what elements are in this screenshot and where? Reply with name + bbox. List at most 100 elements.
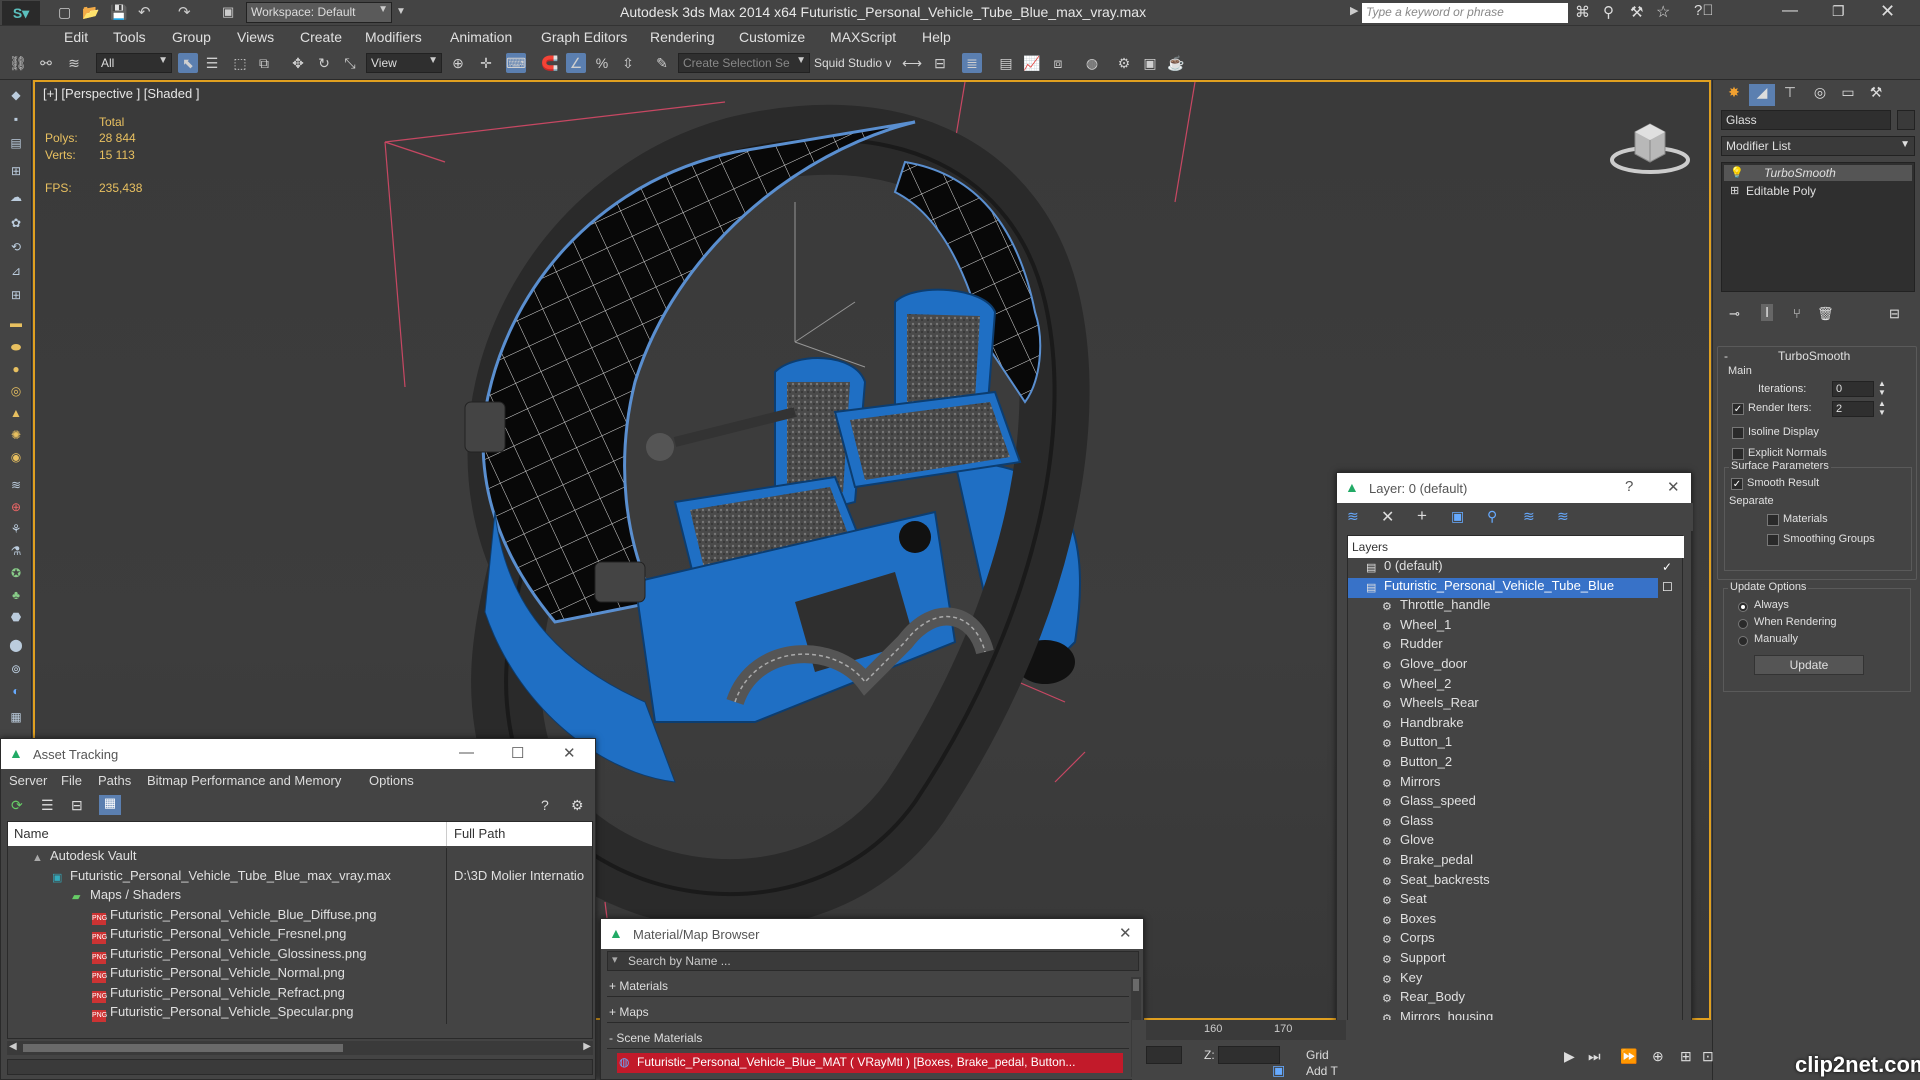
tool-icon[interactable]: ◐ <box>7 684 25 700</box>
material-editor-icon[interactable]: ◍ <box>1082 53 1102 73</box>
tool-icon[interactable]: ♣ <box>7 588 25 604</box>
z-coord-field[interactable] <box>1218 1046 1280 1064</box>
layer-object-row[interactable]: ⚙ Wheel_2 <box>1348 676 1658 696</box>
spinner-arrows-icon[interactable]: ▲ ▼ <box>1878 399 1886 417</box>
hide-all-icon[interactable]: ≋ <box>1523 508 1535 525</box>
manually-radio[interactable] <box>1738 636 1748 646</box>
chevron-down-icon[interactable]: ▼ <box>396 6 406 17</box>
select-manipulate-icon[interactable]: ✛ <box>476 53 496 73</box>
schematic-view-icon[interactable]: ⧈ <box>1048 53 1068 73</box>
make-unique-icon[interactable]: ⑂ <box>1793 306 1801 321</box>
select-by-name-icon[interactable]: ☰ <box>202 53 222 73</box>
mirror-icon[interactable]: ⟷ <box>902 53 922 73</box>
layer-object-row[interactable]: ⚙ Glass_speed <box>1348 793 1658 813</box>
create-tab-icon[interactable]: ✸ <box>1721 84 1747 106</box>
ref-coord-dropdown[interactable]: View ▼ <box>366 53 442 73</box>
redo-icon[interactable]: ↷ <box>178 3 191 21</box>
tool-icon[interactable]: ▲ <box>7 406 25 422</box>
rollout-title[interactable]: TurboSmooth <box>1778 349 1850 363</box>
asset-menu-server[interactable]: Server <box>9 773 47 788</box>
tool-icon[interactable]: ⚘ <box>7 522 25 538</box>
stack-item-editable-poly[interactable]: ⊞ Editable Poly <box>1724 183 1912 199</box>
asset-window-titlebar[interactable]: ▲ Asset Tracking — ☐ ✕ <box>1 739 595 769</box>
layer-window-titlebar[interactable]: ▲ Layer: 0 (default) ? ✕ <box>1337 473 1691 503</box>
tool-icon[interactable]: ⊞ <box>7 164 25 180</box>
tool-icon[interactable]: ▦ <box>7 710 25 726</box>
tool-icon[interactable]: ≋ <box>7 478 25 494</box>
tool-icon[interactable]: ☁ <box>7 190 25 206</box>
pivot-center-icon[interactable]: ⊕ <box>448 53 468 73</box>
layer-object-row[interactable]: ⚙ Support <box>1348 950 1658 970</box>
key-icon[interactable]: ⚲ <box>1603 3 1614 21</box>
menu-customize[interactable]: Customize <box>739 29 805 45</box>
app-logo-icon[interactable]: S▾ <box>2 1 40 25</box>
menu-edit[interactable]: Edit <box>64 29 88 45</box>
material-search-field[interactable]: ▾ Search by Name ... <box>607 951 1139 971</box>
spinner-arrows-icon[interactable]: ▲ ▼ <box>1878 379 1886 397</box>
keyboard-shortcut-icon[interactable]: ⌨ <box>506 53 526 73</box>
tool-icon[interactable]: ● <box>7 362 25 378</box>
tool-icon[interactable]: ▬ <box>7 316 25 332</box>
smoothing-groups-checkbox[interactable] <box>1767 534 1779 546</box>
rollout-collapse-icon[interactable]: - <box>1724 349 1728 363</box>
close-icon[interactable]: ✕ <box>563 744 576 762</box>
menu-views[interactable]: Views <box>237 29 274 45</box>
graphite-ribbon-icon[interactable]: ▤ <box>996 53 1016 73</box>
asset-row[interactable]: ▲ Autodesk Vault <box>8 848 592 868</box>
explicit-normals-checkbox[interactable] <box>1732 448 1744 460</box>
close-icon[interactable]: ✕ <box>1119 924 1132 942</box>
material-window-titlebar[interactable]: ▲ Material/Map Browser ✕ <box>601 919 1143 949</box>
layer-object-row[interactable]: ⚙ Wheel_1 <box>1348 617 1658 637</box>
layer-row[interactable]: ▤ 0 (default) <box>1348 558 1658 578</box>
help-icon[interactable]: ? <box>541 797 549 813</box>
current-layer-box-icon[interactable]: ☐ <box>1662 580 1673 594</box>
tool-icon[interactable]: ▤ <box>7 136 25 152</box>
close-icon[interactable]: ✕ <box>1880 1 1895 22</box>
asset-row[interactable]: PNG Futuristic_Personal_Vehicle_Specular.… <box>8 1004 592 1024</box>
asset-row[interactable]: ▰ Maps / Shaders <box>8 887 592 907</box>
rotate-icon[interactable]: ↻ <box>314 53 334 73</box>
menu-tools[interactable]: Tools <box>113 29 146 45</box>
layer-object-row[interactable]: ⚙ Brake_pedal <box>1348 852 1658 872</box>
pin-stack-icon[interactable]: ⊸ <box>1729 306 1740 322</box>
tool-icon[interactable]: ⬤ <box>7 638 25 654</box>
asset-menu-paths[interactable]: Paths <box>98 773 131 788</box>
move-icon[interactable]: ✥ <box>288 53 308 73</box>
asset-row[interactable]: PNG Futuristic_Personal_Vehicle_Fresnel.p… <box>8 926 592 946</box>
exchange-icon[interactable]: ⚒ <box>1630 3 1643 21</box>
percent-snap-icon[interactable]: % <box>592 53 612 73</box>
minimize-icon[interactable]: — <box>1782 2 1798 20</box>
help-icon[interactable]: ?⃝ <box>1694 2 1714 19</box>
layer-object-row[interactable]: ⚙ Key <box>1348 970 1658 990</box>
bind-spacewarp-icon[interactable]: ≋ <box>64 53 84 73</box>
render-iters-spinner[interactable]: 2 <box>1832 401 1874 417</box>
expand-icon[interactable]: ⊞ <box>1730 184 1739 197</box>
refresh-icon[interactable]: ⟳ <box>11 797 23 814</box>
minimize-icon[interactable]: — <box>459 744 474 761</box>
layer-object-row[interactable]: ⚙ Glove_door <box>1348 656 1658 676</box>
x-coord-field[interactable] <box>1146 1046 1182 1064</box>
tool-icon[interactable]: ⊿ <box>7 264 25 280</box>
layer-object-row[interactable]: ⚙ Rudder <box>1348 636 1658 656</box>
asset-menu-options[interactable]: Options <box>369 773 414 788</box>
active-layer-check-icon[interactable]: ✓ <box>1662 560 1672 574</box>
named-selection-dropdown[interactable]: Create Selection Se ▼ <box>678 53 810 73</box>
asset-menu-file[interactable]: File <box>61 773 82 788</box>
tool-icon[interactable]: ✿ <box>7 216 25 232</box>
snaps-toggle-icon[interactable]: 🧲 <box>540 53 560 73</box>
scale-icon[interactable]: ⤡ <box>340 53 360 73</box>
key-mode-icon[interactable]: ⏩ <box>1620 1048 1637 1065</box>
add-time-tag-label[interactable]: Add T <box>1306 1064 1338 1078</box>
scroll-right-icon[interactable]: ▶ <box>583 1041 591 1052</box>
unlink-icon[interactable]: ⚯ <box>36 53 56 73</box>
tool-icon[interactable]: ◎ <box>7 384 25 400</box>
asset-scroll-thumb[interactable] <box>23 1044 343 1052</box>
layer-object-row[interactable]: ⚙ Button_2 <box>1348 754 1658 774</box>
utilities-tab-icon[interactable]: ⚒ <box>1863 84 1889 106</box>
render-icon[interactable]: ☕ <box>1166 53 1186 73</box>
menu-group[interactable]: Group <box>172 29 211 45</box>
update-button[interactable]: Update <box>1754 655 1864 675</box>
layer-object-row[interactable]: ⚙ Wheels_Rear <box>1348 695 1658 715</box>
asset-hscrollbar[interactable]: ◀ ▶ <box>7 1041 593 1055</box>
menu-create[interactable]: Create <box>300 29 342 45</box>
